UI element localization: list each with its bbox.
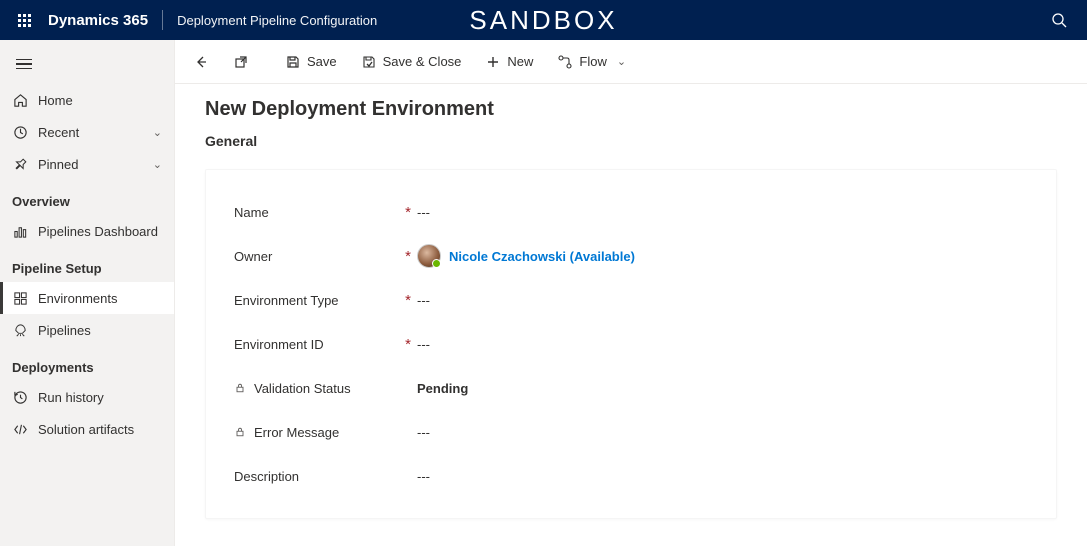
required-marker: * [399, 292, 417, 309]
field-label: Validation Status [254, 381, 351, 396]
sidebar-item-label: Environments [38, 291, 162, 306]
avatar [417, 244, 441, 268]
sidebar-item-pinned[interactable]: Pinned ⌄ [0, 148, 174, 180]
save-close-icon [361, 54, 377, 70]
owner-link[interactable]: Nicole Czachowski (Available) [449, 249, 635, 264]
sidebar-item-label: Pinned [38, 157, 143, 172]
rocket-icon [12, 322, 28, 338]
field-owner[interactable]: Owner * Nicole Czachowski (Available) [234, 234, 1028, 278]
sidebar-group-deployments: Deployments [0, 346, 174, 381]
field-validation-status: Validation Status * Pending [234, 366, 1028, 410]
back-icon [193, 54, 209, 70]
home-icon [12, 92, 28, 108]
sidebar-item-pipelines-dashboard[interactable]: Pipelines Dashboard [0, 215, 174, 247]
environments-icon [12, 290, 28, 306]
field-value: --- [417, 205, 430, 220]
field-value: --- [417, 469, 430, 484]
waffle-button[interactable] [8, 4, 40, 36]
sidebar-toggle-button[interactable] [4, 48, 44, 80]
back-button[interactable] [183, 46, 219, 78]
lock-icon [234, 382, 246, 394]
sidebar-group-overview: Overview [0, 180, 174, 215]
sidebar-item-run-history[interactable]: Run history [0, 381, 174, 413]
divider [162, 10, 163, 30]
chevron-down-icon: ⌄ [617, 55, 626, 68]
field-value: --- [417, 293, 430, 308]
sidebar-item-label: Run history [38, 390, 162, 405]
chevron-down-icon: ⌄ [153, 158, 162, 171]
required-marker: * [399, 336, 417, 353]
flow-button[interactable]: Flow ⌄ [547, 46, 636, 78]
lock-icon [234, 426, 246, 438]
sidebar-item-label: Recent [38, 125, 143, 140]
save-and-close-button[interactable]: Save & Close [351, 46, 472, 78]
sidebar-item-pipelines[interactable]: Pipelines [0, 314, 174, 346]
required-marker: * [399, 248, 417, 265]
chevron-down-icon: ⌄ [153, 126, 162, 139]
global-search-button[interactable] [1039, 0, 1079, 40]
hamburger-icon [16, 59, 32, 70]
command-bar: Save Save & Close New Flow ⌄ [175, 40, 1087, 84]
popout-icon [233, 54, 249, 70]
sidebar-item-home[interactable]: Home [0, 84, 174, 116]
field-description[interactable]: Description * --- [234, 454, 1028, 498]
field-value: Pending [417, 381, 468, 396]
history-icon [12, 389, 28, 405]
field-label: Description [234, 469, 299, 484]
sidebar-item-label: Solution artifacts [38, 422, 162, 437]
code-icon [12, 421, 28, 437]
sidebar-item-solution-artifacts[interactable]: Solution artifacts [0, 413, 174, 445]
field-label: Error Message [254, 425, 339, 440]
main-area: Save Save & Close New Flow ⌄ [175, 40, 1087, 546]
sidebar-item-label: Pipelines [38, 323, 162, 338]
field-value: --- [417, 425, 430, 440]
dashboard-icon [12, 223, 28, 239]
clock-icon [12, 124, 28, 140]
popout-button[interactable] [223, 46, 259, 78]
flow-label: Flow [579, 54, 606, 69]
sandbox-label: SANDBOX [469, 5, 617, 36]
waffle-icon [18, 14, 31, 27]
field-label: Environment Type [234, 293, 339, 308]
plus-icon [485, 54, 501, 70]
sidebar-item-environments[interactable]: Environments [0, 282, 174, 314]
new-label: New [507, 54, 533, 69]
required-marker: * [399, 204, 417, 221]
app-page-name: Deployment Pipeline Configuration [177, 13, 377, 28]
sidebar-group-setup: Pipeline Setup [0, 247, 174, 282]
tab-general[interactable]: General [205, 133, 1057, 149]
save-label: Save [307, 54, 337, 69]
app-name[interactable]: Dynamics 365 [48, 12, 148, 29]
save-icon [285, 54, 301, 70]
pin-icon [12, 156, 28, 172]
field-name[interactable]: Name * --- [234, 190, 1028, 234]
sidebar-item-label: Home [38, 93, 162, 108]
field-label: Owner [234, 249, 272, 264]
sidebar-item-recent[interactable]: Recent ⌄ [0, 116, 174, 148]
global-nav-bar: Dynamics 365 Deployment Pipeline Configu… [0, 0, 1087, 40]
search-icon [1051, 12, 1067, 28]
new-button[interactable]: New [475, 46, 543, 78]
save-button[interactable]: Save [275, 46, 347, 78]
page-title: New Deployment Environment [205, 98, 1057, 121]
sidebar: Home Recent ⌄ Pinned ⌄ Overview Pipeline… [0, 40, 175, 546]
field-environment-id[interactable]: Environment ID * --- [234, 322, 1028, 366]
field-value: --- [417, 337, 430, 352]
flow-icon [557, 54, 573, 70]
save-close-label: Save & Close [383, 54, 462, 69]
field-label: Environment ID [234, 337, 324, 352]
sidebar-item-label: Pipelines Dashboard [38, 224, 162, 239]
field-environment-type[interactable]: Environment Type * --- [234, 278, 1028, 322]
field-label: Name [234, 205, 269, 220]
field-error-message: Error Message * --- [234, 410, 1028, 454]
presence-available-icon [432, 259, 441, 268]
form-card: Name * --- Owner * Nicole Czachowski (Av… [205, 169, 1057, 519]
form-content: New Deployment Environment General Name … [175, 84, 1087, 533]
